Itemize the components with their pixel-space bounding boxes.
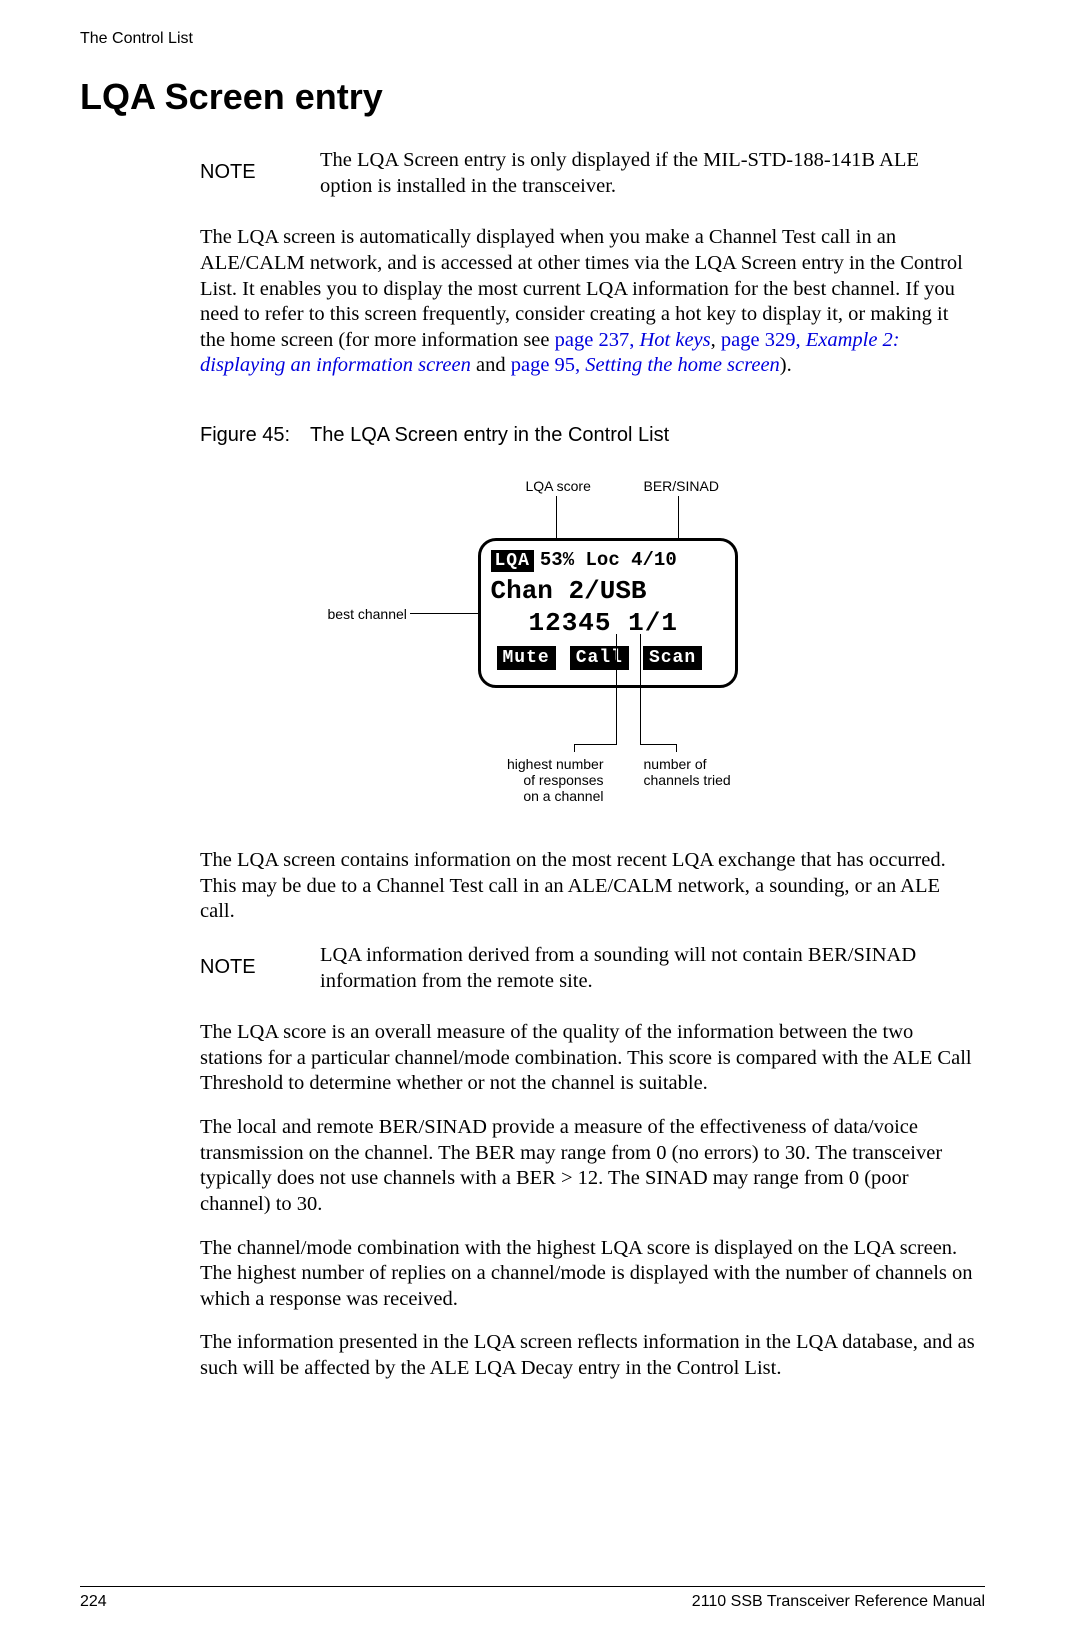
- leader-line: [574, 744, 575, 752]
- figure-lqa-screen: LQA score BER/SINAD best channel LQA 53%…: [328, 478, 848, 818]
- lcd-button-mute: Mute: [497, 646, 556, 671]
- link-page: page 95,: [511, 354, 586, 376]
- page-number: 224: [80, 1593, 107, 1611]
- callout-best-channel: best channel: [328, 606, 407, 622]
- leader-line: [640, 634, 641, 744]
- paragraph-lqa-score: The LQA score is an overall measure of t…: [200, 1020, 975, 1097]
- callout-highest-responses: highest numberof responseson a channel: [494, 756, 604, 804]
- figure-caption: Figure 45: The LQA Screen entry in the C…: [200, 423, 975, 448]
- leader-line: [410, 613, 482, 614]
- leader-line: [574, 744, 617, 745]
- leader-line: [676, 744, 677, 752]
- callout-lqa-score: LQA score: [526, 478, 591, 494]
- callout-ber-sinad: BER/SINAD: [644, 478, 719, 494]
- note-block-1: NOTE The LQA Screen entry is only displa…: [200, 148, 975, 199]
- note-label: NOTE: [200, 148, 320, 185]
- link-title: Setting the home screen: [585, 354, 780, 376]
- note-block-2: NOTE LQA information derived from a soun…: [200, 943, 975, 994]
- lcd-line-1: LQA 53% Loc 4/10: [489, 549, 727, 573]
- lcd-frame: LQA 53% Loc 4/10 Chan 2/USB 12345 1/1 Mu…: [478, 538, 738, 688]
- page-footer: 224 2110 SSB Transceiver Reference Manua…: [80, 1586, 985, 1611]
- note-text: The LQA Screen entry is only displayed i…: [320, 148, 975, 199]
- lcd-line-3: 12345 1/1: [489, 607, 727, 640]
- intro-paragraph: The LQA screen is automatically displaye…: [200, 225, 975, 379]
- callout-channels-tried: number ofchannels tried: [644, 756, 744, 788]
- link-page: page 237,: [555, 329, 640, 351]
- link-home-screen[interactable]: page 95, Setting the home screen: [511, 354, 780, 376]
- leader-line: [616, 634, 617, 744]
- document-title: 2110 SSB Transceiver Reference Manual: [692, 1593, 985, 1611]
- lqa-badge: LQA: [491, 550, 534, 573]
- text: and: [471, 354, 511, 376]
- lcd-line1-text: 53% Loc 4/10: [540, 549, 677, 573]
- paragraph-ber-sinad: The local and remote BER/SINAD provide a…: [200, 1115, 975, 1218]
- note-text: LQA information derived from a sounding …: [320, 943, 975, 994]
- link-title: Hot keys: [639, 329, 710, 351]
- lcd-line-2: Chan 2/USB: [489, 575, 727, 608]
- text: ,: [711, 329, 721, 351]
- lcd-button-call: Call: [570, 646, 629, 671]
- paragraph-recent-exchange: The LQA screen contains information on t…: [200, 848, 975, 925]
- text: ).: [780, 354, 792, 376]
- paragraph-highest-score: The channel/mode combination with the hi…: [200, 1236, 975, 1313]
- callout-text: highest numberof responseson a channel: [507, 756, 604, 804]
- callout-text: number ofchannels tried: [644, 756, 731, 788]
- lcd-button-scan: Scan: [643, 646, 702, 671]
- link-page: page 329,: [721, 329, 806, 351]
- running-header: The Control List: [80, 30, 985, 48]
- link-hot-keys[interactable]: page 237, Hot keys: [555, 329, 711, 351]
- leader-line: [640, 744, 676, 745]
- note-label: NOTE: [200, 943, 320, 980]
- paragraph-lqa-database: The information presented in the LQA scr…: [200, 1330, 975, 1381]
- page-title: LQA Screen entry: [80, 76, 985, 118]
